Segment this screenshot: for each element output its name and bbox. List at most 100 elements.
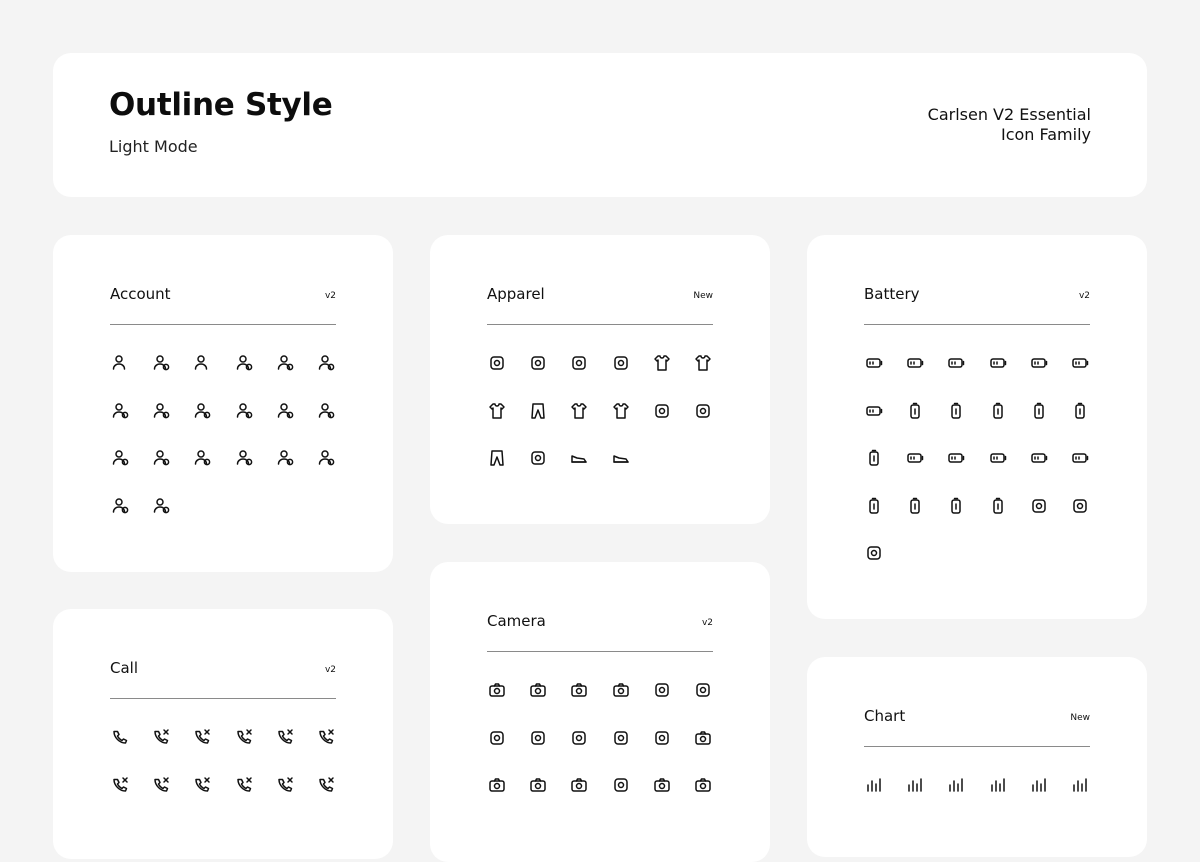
- socks-icon: [528, 448, 548, 468]
- user-check-icon: [110, 401, 130, 421]
- live-icon: [652, 680, 672, 700]
- phone-wait-icon: [151, 775, 171, 795]
- battery-vertical-half-icon: [946, 401, 966, 421]
- section-card-battery: Battery v2: [807, 235, 1147, 619]
- battery-full-icon: [864, 353, 884, 373]
- top-icon: [611, 401, 631, 421]
- color-filter-icon: [652, 728, 672, 748]
- battery-vertical-alert-icon: [864, 448, 884, 468]
- section-title: Call: [110, 659, 139, 677]
- page-subtitle: Light Mode: [109, 137, 198, 156]
- page-title: Outline Style: [109, 87, 333, 123]
- battery-x-icon: [1029, 448, 1049, 468]
- section-title: Battery: [864, 285, 920, 303]
- pants-icon: [487, 448, 507, 468]
- user-alt-icon: [192, 353, 212, 373]
- phone-check-icon: [192, 775, 212, 795]
- shirt-icon: [652, 353, 672, 373]
- battery-vertical-empty-icon: [1029, 401, 1049, 421]
- video-off-icon: [693, 775, 713, 795]
- video-camera-icon: [528, 680, 548, 700]
- user-icon: [110, 353, 130, 373]
- phone-block-icon: [316, 775, 336, 795]
- sneaker-icon: [611, 448, 631, 468]
- section-divider: [110, 698, 336, 699]
- section-card-apparel: Apparel New: [430, 235, 770, 524]
- solar-panel-icon: [1029, 496, 1049, 516]
- section-divider: [487, 651, 713, 652]
- film-icon: [611, 680, 631, 700]
- camera-off-icon: [652, 775, 672, 795]
- camera-plus-icon: [693, 728, 713, 748]
- bar-chart-icon: [864, 775, 884, 795]
- camera-icon: [487, 680, 507, 700]
- section-badge: New: [1070, 713, 1090, 723]
- battery-warning-icon: [864, 401, 884, 421]
- flash-icon: [611, 728, 631, 748]
- sweater-icon: [693, 353, 713, 373]
- battery-low-icon: [946, 353, 966, 373]
- user-verified-icon: [234, 401, 254, 421]
- user-id-card-icon: [192, 401, 212, 421]
- tie-icon: [693, 401, 713, 421]
- tree-icon: [693, 680, 713, 700]
- user-clock-icon: [316, 401, 336, 421]
- phone-hold-icon: [275, 775, 295, 795]
- tshirt-icon: [569, 401, 589, 421]
- phone-icon: [110, 727, 130, 747]
- user-laptop-icon: [110, 496, 130, 516]
- focus-icon: [569, 728, 589, 748]
- section-card-camera: Camera v2: [430, 562, 770, 862]
- battery-minus-icon: [988, 448, 1008, 468]
- section-title: Camera: [487, 612, 546, 630]
- battery-off-icon: [1029, 353, 1049, 373]
- battery-check-icon: [946, 448, 966, 468]
- phone-forward-icon: [234, 775, 254, 795]
- section-divider: [110, 324, 336, 325]
- underwear-icon: [487, 353, 507, 373]
- section-divider: [487, 324, 713, 325]
- shorts-icon: [528, 401, 548, 421]
- section-badge: v2: [701, 618, 713, 628]
- cap-icon: [528, 353, 548, 373]
- aperture-icon: [487, 728, 507, 748]
- camera-minus-icon: [487, 775, 507, 795]
- icon-family-label: Carlsen V2 Essential Icon Family: [928, 105, 1091, 145]
- battery-vertical-x-icon: [988, 496, 1008, 516]
- section-badge: v2: [324, 291, 336, 301]
- section-title: Chart: [864, 707, 906, 725]
- user-settings-icon: [316, 353, 336, 373]
- user-edit-icon: [151, 496, 171, 516]
- movie-camera-icon: [569, 680, 589, 700]
- section-divider: [864, 746, 1090, 747]
- user-share-icon: [275, 353, 295, 373]
- icon-family-line2: Icon Family: [1000, 125, 1091, 144]
- battery-vertical-minus-icon: [946, 496, 966, 516]
- section-title: Apparel: [487, 285, 545, 303]
- user-minus-icon: [234, 448, 254, 468]
- battery-vertical-low-icon: [988, 401, 1008, 421]
- phone-outgoing-icon: [275, 727, 295, 747]
- section-badge: v2: [324, 665, 336, 675]
- user-circle-icon: [234, 353, 254, 373]
- battery-vertical-full-icon: [905, 401, 925, 421]
- user-lock-icon: [110, 448, 130, 468]
- user-gear-icon: [151, 448, 171, 468]
- jacket-icon: [487, 401, 507, 421]
- battery-empty-icon: [988, 353, 1008, 373]
- plug-icon: [864, 543, 884, 563]
- night-mode-icon: [611, 775, 631, 795]
- user-transfer-icon: [192, 448, 212, 468]
- battery-vertical-charging-icon: [1070, 401, 1090, 421]
- car-battery-icon: [1070, 448, 1090, 468]
- user-sync-icon: [316, 448, 336, 468]
- bar-chart-alt-icon: [905, 775, 925, 795]
- header-card: Outline Style Light Mode Carlsen V2 Esse…: [53, 53, 1147, 197]
- phone-off-icon: [151, 727, 171, 747]
- bowtie-icon: [611, 353, 631, 373]
- section-badge: v2: [1078, 291, 1090, 301]
- phone-missed-icon: [234, 727, 254, 747]
- eco-energy-icon: [1070, 496, 1090, 516]
- battery-half-icon: [905, 353, 925, 373]
- battery-plus-icon: [905, 448, 925, 468]
